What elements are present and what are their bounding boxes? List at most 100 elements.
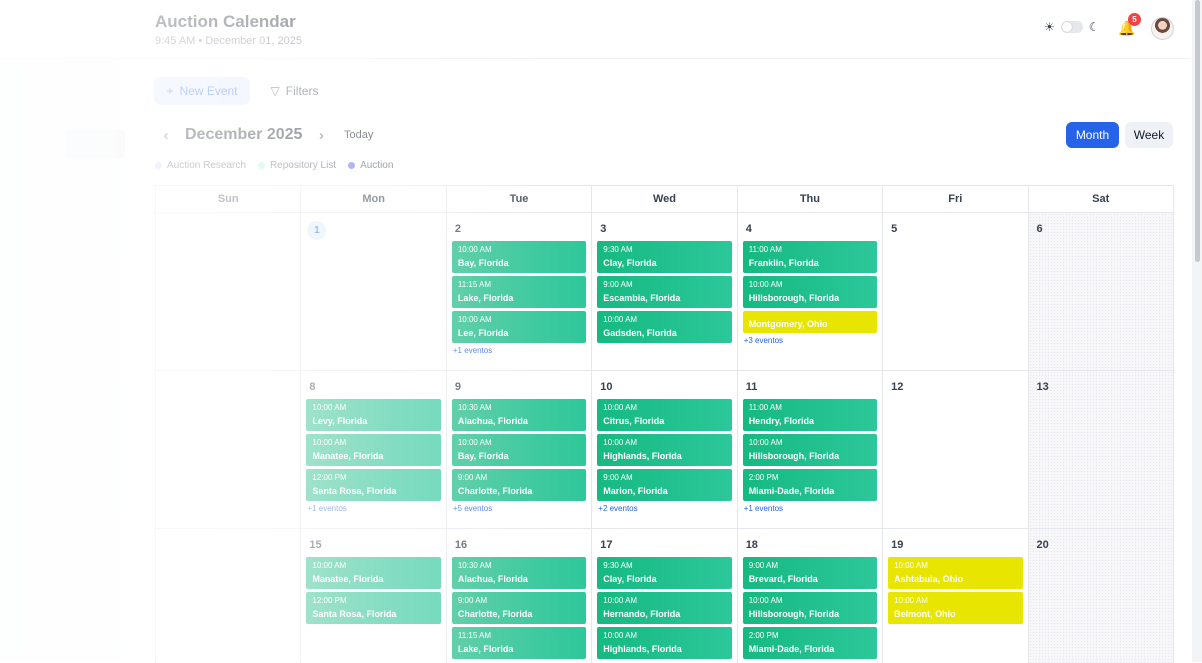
calendar-event[interactable]: 10:00 AM Bay, Florida xyxy=(451,434,587,466)
calendar-day-cell[interactable]: 9 10:30 AM Alachua, Florida 10:00 AM Bay, Fl… xyxy=(446,371,593,529)
calendar-event[interactable]: 9:30 AM Clay, Florida xyxy=(597,241,732,273)
calendar-day-cell[interactable]: 13 xyxy=(1028,371,1174,529)
calendar-event[interactable]: 2:00 PM Miami-Dade, Florida xyxy=(742,469,878,501)
page-title: Auction Calendar xyxy=(155,12,296,31)
calendar-event[interactable]: 12:00 PM Santa Rosa, Florida xyxy=(306,592,441,624)
calendar-event[interactable]: 11:00 AM Hendry, Florida xyxy=(742,399,878,431)
sun-icon: ☀ xyxy=(1044,20,1055,34)
more-events-link[interactable]: +5 eventos xyxy=(452,504,586,513)
calendar-day-cell[interactable]: 10 10:00 AM Citrus, Florida 10:00 AM Highlan… xyxy=(592,371,738,529)
event-location: Lee, Florida xyxy=(457,328,509,338)
calendar-event[interactable]: 11:00 AM Franklin, Florida xyxy=(742,241,878,273)
next-month-chevron-icon[interactable]: › xyxy=(310,127,332,144)
calendar-day-cell[interactable]: 17 9:30 AM Clay, Florida 10:00 AM Hernando, … xyxy=(592,529,738,663)
user-avatar[interactable] xyxy=(1151,17,1174,40)
new-event-button[interactable]: + New Event xyxy=(154,77,250,105)
sidebar-fade xyxy=(0,0,148,662)
calendar-event[interactable]: 10:00 AM Gadsden, Florida xyxy=(597,311,732,343)
more-events-link[interactable]: +3 eventos xyxy=(743,336,877,345)
calendar-day-cell[interactable] xyxy=(156,529,302,663)
event-time: 9:00 AM xyxy=(457,473,488,482)
previous-month-chevron-icon[interactable]: ‹ xyxy=(155,127,177,144)
calendar-event[interactable]: 9:00 AM Charlotte, Florida xyxy=(451,469,587,501)
calendar-event[interactable]: 10:00 AM Hillsborough, Florida xyxy=(742,276,878,308)
calendar-day-cell[interactable]: 1 xyxy=(301,213,447,371)
calendar-event[interactable]: 2:00 PM Miami-Dade, Florida xyxy=(742,627,878,659)
calendar-day-cell[interactable]: 12 xyxy=(883,371,1029,529)
vertical-scrollbar[interactable] xyxy=(1192,0,1202,662)
calendar-day-cell[interactable]: 3 9:30 AM Clay, Florida 9:00 AM Escambia, Fl… xyxy=(592,213,738,371)
calendar-day-cell[interactable]: 6 xyxy=(1028,213,1174,371)
more-events-link[interactable]: +1 eventos xyxy=(306,504,440,513)
calendar-event[interactable]: 10:00 AM Hillsborough, Florida xyxy=(742,434,878,466)
event-location: Gadsden, Florida xyxy=(603,328,677,338)
calendar-day-cell[interactable] xyxy=(156,371,302,529)
day-number: 5 xyxy=(891,223,898,235)
event-location: Manatee, Florida xyxy=(312,574,384,584)
theme-toggle[interactable] xyxy=(1060,21,1083,33)
event-time: 12:00 PM xyxy=(312,473,347,482)
calendar-day-cell[interactable]: 2 10:00 AM Bay, Florida 11:15 AM Lake, Flori… xyxy=(446,213,593,371)
calendar-day-cell[interactable]: 15 10:00 AM Manatee, Florida 12:00 PM Santa … xyxy=(301,529,447,663)
scrollbar-thumb[interactable] xyxy=(1195,0,1200,262)
today-button[interactable]: Today xyxy=(344,129,373,141)
calendar-event[interactable]: 10:30 AM Alachua, Florida xyxy=(451,557,587,589)
more-events-link[interactable]: +1 eventos xyxy=(743,504,877,513)
event-time: 10:00 AM xyxy=(894,561,928,570)
calendar-event[interactable]: 10:00 AM Manatee, Florida xyxy=(306,557,441,589)
weekday-header: Fri xyxy=(883,186,1029,213)
calendar-event[interactable]: 9:00 AM Escambia, Florida xyxy=(597,276,732,308)
calendar-event[interactable]: 10:00 AM Hillsborough, Florida xyxy=(742,592,878,624)
calendar-event[interactable]: 10:00 AM Hernando, Florida xyxy=(597,592,732,624)
event-time: 11:15 AM xyxy=(457,631,492,640)
top-header: Auction Calendar 9:45 AM • December 01, … xyxy=(0,0,1190,59)
calendar-day-cell[interactable]: 19 10:00 AM Ashtabula, Ohio 10:00 AM Belmont… xyxy=(883,529,1029,663)
calendar-event[interactable]: 9:00 AM Marion, Florida xyxy=(597,469,732,501)
calendar-event[interactable]: Montgomery, Ohio xyxy=(742,311,878,333)
week-view-button[interactable]: Week xyxy=(1125,122,1173,148)
event-time: 10:00 AM xyxy=(748,438,783,447)
event-time: 10:00 AM xyxy=(603,631,638,640)
calendar-event[interactable]: 10:00 AM Citrus, Florida xyxy=(597,399,732,431)
calendar-day-cell[interactable]: 20 xyxy=(1028,529,1174,663)
calendar-event[interactable]: 10:00 AM Lee, Florida xyxy=(451,311,587,343)
event-time: 10:00 AM xyxy=(603,315,638,324)
calendar-day-cell[interactable]: 4 11:00 AM Franklin, Florida 10:00 AM Hillsb… xyxy=(737,213,884,371)
calendar-event[interactable]: 10:00 AM Manatee, Florida xyxy=(306,434,441,466)
calendar-day-cell[interactable]: 5 xyxy=(883,213,1029,371)
calendar-day-cell[interactable] xyxy=(156,213,302,371)
day-number: 1 xyxy=(307,221,327,240)
calendar-event[interactable]: 10:00 AM Ashtabula, Ohio xyxy=(888,557,1023,589)
day-number: 8 xyxy=(309,381,316,393)
more-events-link[interactable]: +1 eventos xyxy=(452,346,586,355)
month-view-button[interactable]: Month xyxy=(1066,122,1119,148)
calendar-event[interactable]: 9:00 AM Charlotte, Florida xyxy=(451,592,587,624)
event-time: 9:00 AM xyxy=(457,596,488,605)
weekday-header: Sat xyxy=(1028,186,1174,213)
filters-button[interactable]: ▽ Filters xyxy=(262,77,327,105)
event-location: Hillsborough, Florida xyxy=(748,293,840,303)
calendar-event[interactable]: 12:00 PM Santa Rosa, Florida xyxy=(306,469,441,501)
calendar-day-cell[interactable]: 11 11:00 AM Hendry, Florida 10:00 AM Hillsbo… xyxy=(737,371,884,529)
calendar-event[interactable]: 9:30 AM Clay, Florida xyxy=(597,557,732,589)
calendar-event[interactable]: 11:15 AM Lake, Florida xyxy=(451,276,587,308)
calendar-event[interactable]: 10:00 AM Belmont, Ohio xyxy=(888,592,1023,624)
calendar-day-cell[interactable]: 16 10:30 AM Alachua, Florida 9:00 AM Charlot… xyxy=(446,529,593,663)
event-time: 2:00 PM xyxy=(748,473,779,482)
calendar-event[interactable]: 10:00 AM Levy, Florida xyxy=(306,399,441,431)
calendar-event[interactable]: 10:00 AM Highlands, Florida xyxy=(597,627,732,659)
event-location: Levy, Florida xyxy=(312,416,368,426)
calendar-event[interactable]: 11:15 AM Lake, Florida xyxy=(451,627,587,659)
calendar-event[interactable]: 10:00 AM Highlands, Florida xyxy=(597,434,732,466)
calendar-event[interactable]: 10:00 AM Bay, Florida xyxy=(451,241,587,273)
calendar-day-cell[interactable]: 18 9:00 AM Brevard, Florida 10:00 AM Hillsbo… xyxy=(737,529,884,663)
calendar-event[interactable]: 9:00 AM Brevard, Florida xyxy=(742,557,878,589)
legend-label: Auction Research xyxy=(167,160,246,171)
event-time: 9:30 AM xyxy=(603,245,633,254)
more-events-link[interactable]: +2 eventos xyxy=(597,504,731,513)
calendar-event[interactable]: 10:30 AM Alachua, Florida xyxy=(451,399,587,431)
event-location: Bay, Florida xyxy=(457,451,509,461)
calendar-day-cell[interactable]: 8 10:00 AM Levy, Florida 10:00 AM Manatee, F… xyxy=(301,371,447,529)
theme-switcher[interactable]: ☀ ☾ xyxy=(1044,20,1100,34)
event-time: 10:00 AM xyxy=(748,596,783,605)
